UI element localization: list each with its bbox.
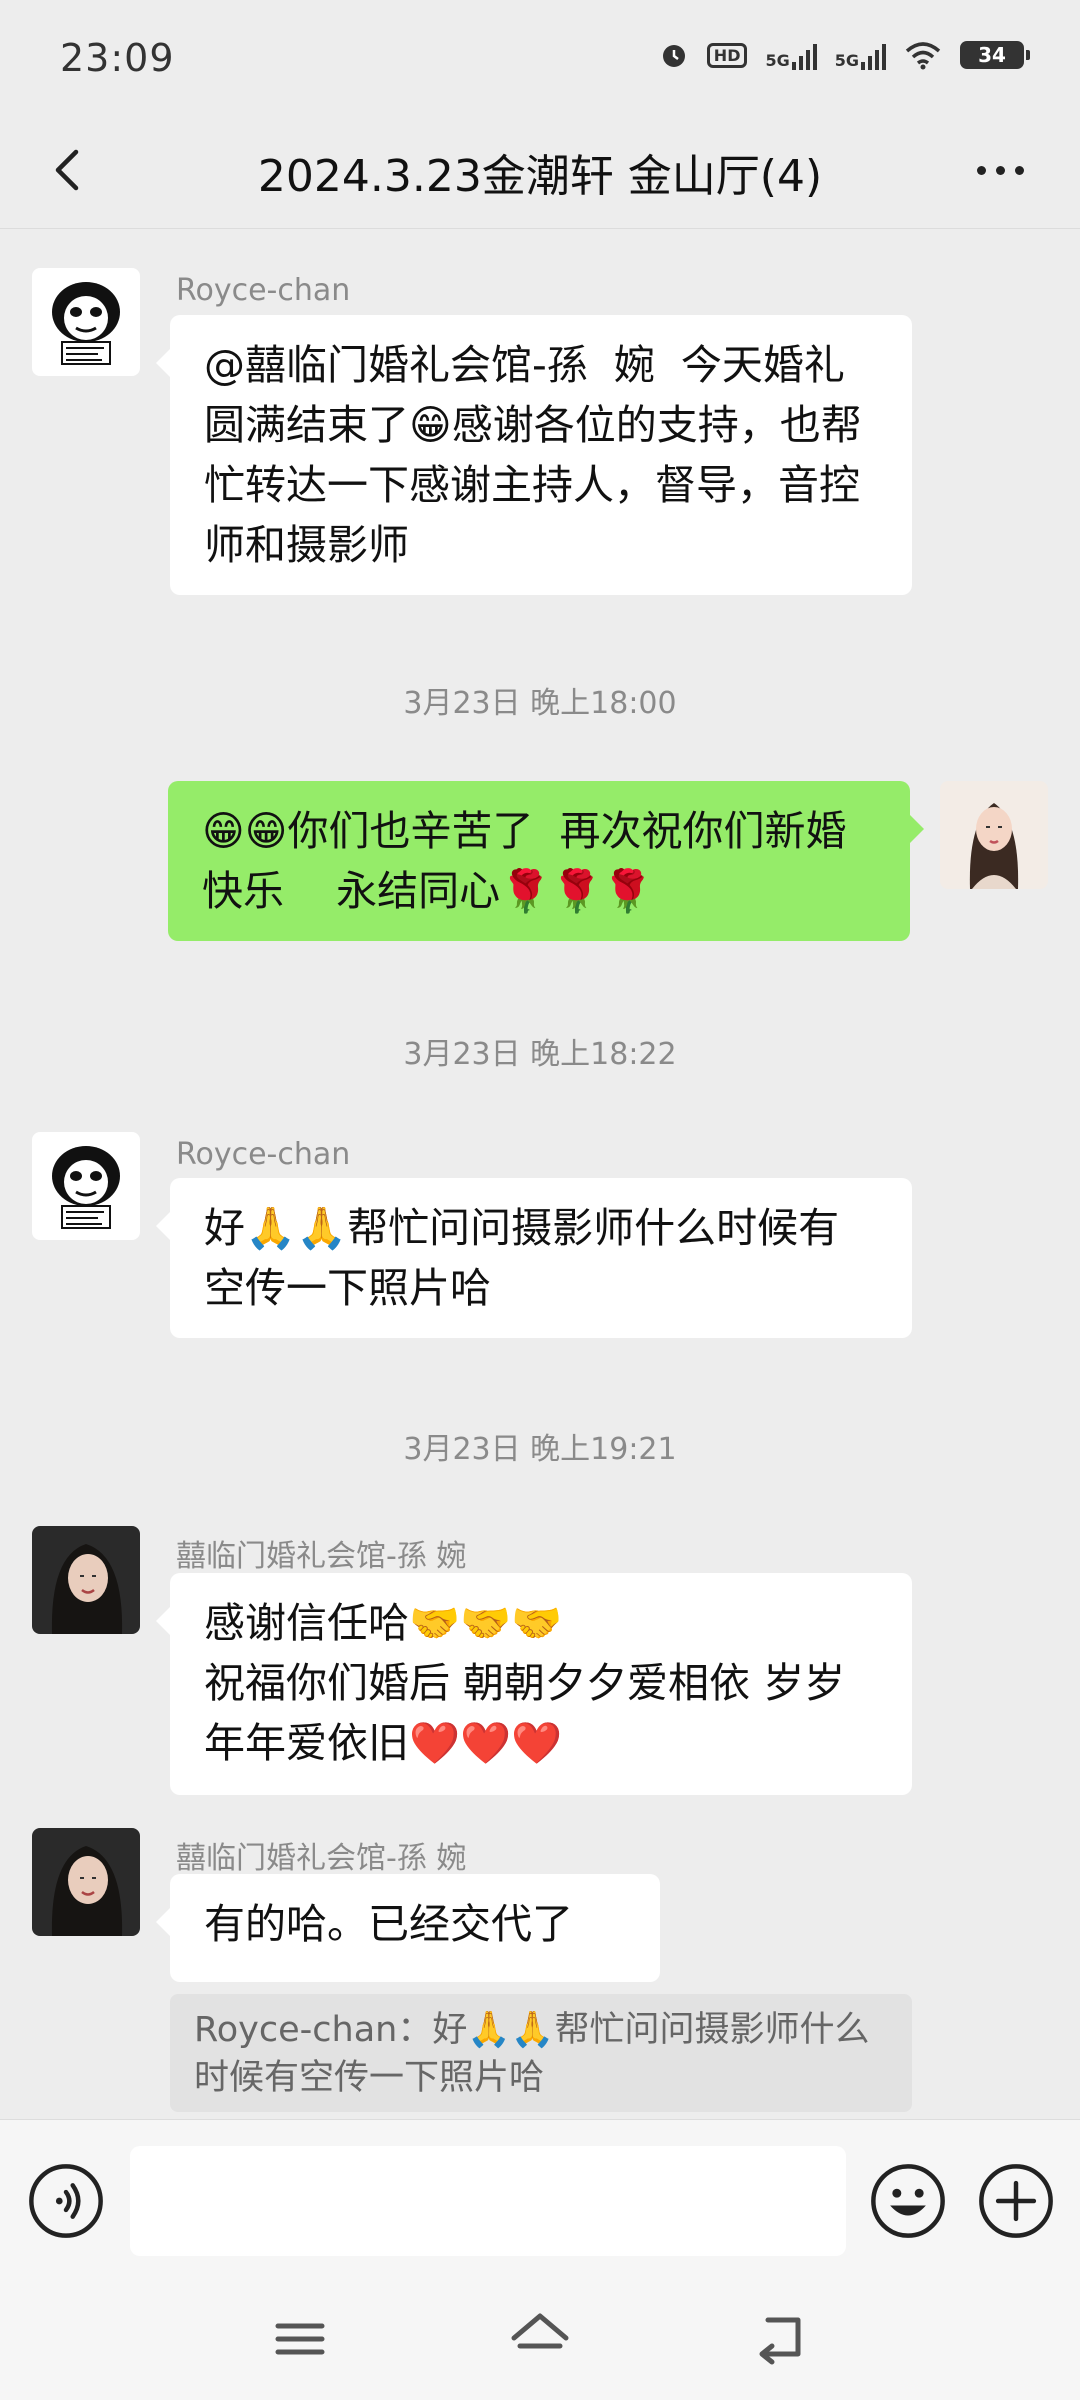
status-time: 23:09 bbox=[60, 36, 175, 80]
signal-icon-2 bbox=[861, 40, 886, 70]
menu-icon[interactable] bbox=[260, 2304, 340, 2374]
message-sender: Royce-chan bbox=[176, 1137, 351, 1172]
timestamp: 3月23日 晚上18:00 bbox=[403, 686, 677, 721]
network-label-2: 5G bbox=[834, 51, 859, 70]
hd-badge: HD bbox=[706, 42, 748, 68]
chat-title: 2024.3.23金潮轩 金山厅(4) bbox=[257, 151, 823, 202]
panda-avatar-icon[interactable] bbox=[32, 268, 140, 376]
network-label-1: 5G bbox=[765, 51, 790, 70]
quoted-message[interactable]: Royce-chan：好🙏🙏帮忙问问摄影师什么时候有空传一下照片哈 bbox=[170, 1994, 912, 2112]
contact-avatar-icon[interactable] bbox=[32, 1828, 140, 1936]
timestamp: 3月23日 晚上18:22 bbox=[403, 1037, 677, 1072]
timestamp: 3月23日 晚上19:21 bbox=[403, 1432, 677, 1467]
signal-icon-1 bbox=[791, 40, 817, 70]
input-bar bbox=[0, 2119, 1080, 2280]
status-bar: 23:09 HD 5G 5G 34 bbox=[0, 0, 1080, 118]
status-icons: HD 5G 5G 34 bbox=[659, 40, 1030, 70]
message-sender: 囍临门婚礼会馆-孫 婉 bbox=[176, 1841, 467, 1876]
user-avatar-icon[interactable] bbox=[940, 781, 1048, 889]
system-nav-bar bbox=[0, 2280, 1080, 2400]
chat-message-list[interactable]: Royce-chan @囍临门婚礼会馆-孫 婉 今天婚礼圆满结束了😁感谢各位的支… bbox=[0, 229, 1080, 2119]
message-bubble[interactable]: @囍临门婚礼会馆-孫 婉 今天婚礼圆满结束了😁感谢各位的支持，也帮忙转达一下感谢… bbox=[156, 315, 912, 595]
alarm-icon bbox=[662, 45, 685, 67]
more-dots-icon[interactable] bbox=[960, 140, 1040, 200]
message-bubble[interactable]: 有的哈。已经交代了 bbox=[156, 1874, 660, 1982]
message-input[interactable] bbox=[130, 2146, 846, 2256]
panda-avatar-icon[interactable] bbox=[32, 1132, 140, 1240]
emoji-icon[interactable] bbox=[870, 2163, 946, 2239]
return-icon[interactable] bbox=[740, 2304, 820, 2374]
message-bubble[interactable]: 好🙏🙏帮忙问问摄影师什么时候有空传一下照片哈 bbox=[156, 1178, 912, 1338]
home-icon[interactable] bbox=[500, 2304, 580, 2374]
chat-header: 2024.3.23金潮轩 金山厅(4) bbox=[0, 118, 1080, 229]
voice-icon[interactable] bbox=[28, 2163, 104, 2239]
battery-indicator: 34 bbox=[960, 41, 1030, 69]
message-bubble[interactable]: 感谢信任哈🤝🤝🤝 祝福你们婚后 朝朝夕夕爱相依 岁岁年年爱依旧❤️❤️❤️ bbox=[156, 1573, 912, 1795]
message-sender: 囍临门婚礼会馆-孫 婉 bbox=[176, 1539, 467, 1574]
plus-icon[interactable] bbox=[978, 2163, 1054, 2239]
message-sender: Royce-chan bbox=[176, 273, 351, 308]
contact-avatar-icon[interactable] bbox=[32, 1526, 140, 1634]
wifi-icon bbox=[905, 42, 941, 70]
own-message-bubble[interactable]: 😁😁你们也辛苦了 再次祝你们新婚快乐 永结同心🌹🌹🌹 bbox=[168, 781, 924, 941]
